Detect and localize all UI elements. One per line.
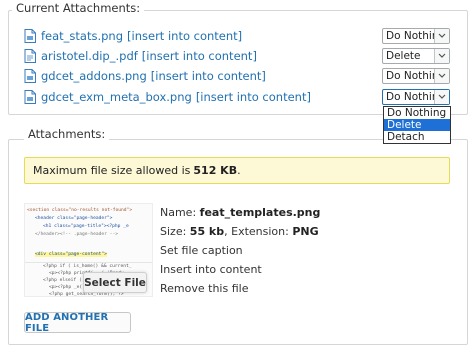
- code-line: <header class="page-header">: [35, 216, 113, 221]
- dropdown-option-do-nothing[interactable]: Do Nothing: [384, 107, 450, 119]
- attachment-action-select[interactable]: Do Nothing: [382, 28, 450, 44]
- select-value: Delete: [386, 50, 421, 62]
- insert-into-content-link[interactable]: [insert into content]: [196, 90, 311, 104]
- image-file-icon: [24, 90, 36, 104]
- notice-suffix: .: [237, 164, 241, 177]
- chevron-down-icon: [434, 90, 449, 104]
- image-file-icon: [24, 69, 36, 83]
- code-line: <?php if ( is_home() && current_: [43, 264, 132, 269]
- file-name-line: Name: feat_templates.png: [160, 206, 320, 219]
- current-attachments-legend: Current Attachments:: [12, 1, 145, 15]
- dropdown-option-detach[interactable]: Detach: [384, 131, 450, 143]
- attachment-action-select[interactable]: Do Nothing: [382, 89, 450, 105]
- action-dropdown-list: Do Nothing Delete Detach: [383, 106, 451, 144]
- size-label: Size:: [160, 225, 187, 238]
- document-file-icon: [24, 49, 36, 63]
- remove-file-link[interactable]: Remove this file: [160, 282, 248, 295]
- select-file-button[interactable]: Select File: [83, 272, 147, 293]
- code-line: <section class="no-results not-found">: [27, 208, 133, 213]
- attachment-row: feat_stats.png [insert into content]: [24, 27, 242, 45]
- set-file-caption-link[interactable]: Set file caption: [160, 244, 243, 257]
- attachment-row: aristotel.dip_.pdf [insert into content]: [24, 47, 257, 65]
- attachment-row: gdcet_exm_meta_box.png [insert into cont…: [24, 88, 311, 106]
- insert-into-content-link[interactable]: [insert into content]: [142, 49, 257, 63]
- dropdown-option-delete[interactable]: Delete: [384, 119, 450, 131]
- name-label: Name:: [160, 206, 197, 219]
- file-size-line: Size: 55 kb, Extension: PNG: [160, 225, 319, 238]
- chevron-down-icon: [434, 49, 449, 63]
- file-name-value: feat_templates.png: [199, 206, 321, 219]
- divider: [25, 262, 152, 263]
- code-line-highlighted: <div class="page-content">: [35, 252, 107, 257]
- chevron-down-icon: [434, 69, 449, 83]
- code-line: </header><!-- .page-header -->: [35, 232, 118, 237]
- insert-into-content-link[interactable]: Insert into content: [160, 263, 262, 276]
- attachment-file-link[interactable]: gdcet_addons.png: [41, 69, 147, 83]
- image-file-icon: [24, 29, 36, 43]
- max-file-size-notice: Maximum file size allowed is 512 KB .: [24, 157, 450, 184]
- attachment-action-select[interactable]: Do Nothing: [382, 68, 450, 84]
- attachments-legend: Attachments:: [24, 127, 110, 141]
- add-another-file-button[interactable]: ADD ANOTHER FILE: [24, 312, 131, 334]
- attachment-file-link[interactable]: aristotel.dip_.pdf: [41, 49, 138, 63]
- extension-label: , Extension:: [224, 225, 289, 238]
- attachment-file-link[interactable]: gdcet_exm_meta_box.png: [41, 90, 192, 104]
- chevron-down-icon: [434, 29, 449, 43]
- code-line: <h1 class="page-title"><?php _e: [43, 224, 129, 229]
- attachment-file-link[interactable]: feat_stats.png: [41, 29, 123, 43]
- notice-prefix: Maximum file size allowed is: [33, 164, 191, 177]
- notice-size: 512 KB: [193, 164, 238, 177]
- insert-into-content-link[interactable]: [insert into content]: [127, 29, 242, 43]
- file-size-value: 55 kb: [189, 225, 225, 238]
- file-extension-value: PNG: [292, 225, 319, 238]
- insert-into-content-link[interactable]: [insert into content]: [151, 69, 266, 83]
- attachment-action-select[interactable]: Delete: [382, 48, 450, 64]
- attachment-row: gdcet_addons.png [insert into content]: [24, 67, 266, 85]
